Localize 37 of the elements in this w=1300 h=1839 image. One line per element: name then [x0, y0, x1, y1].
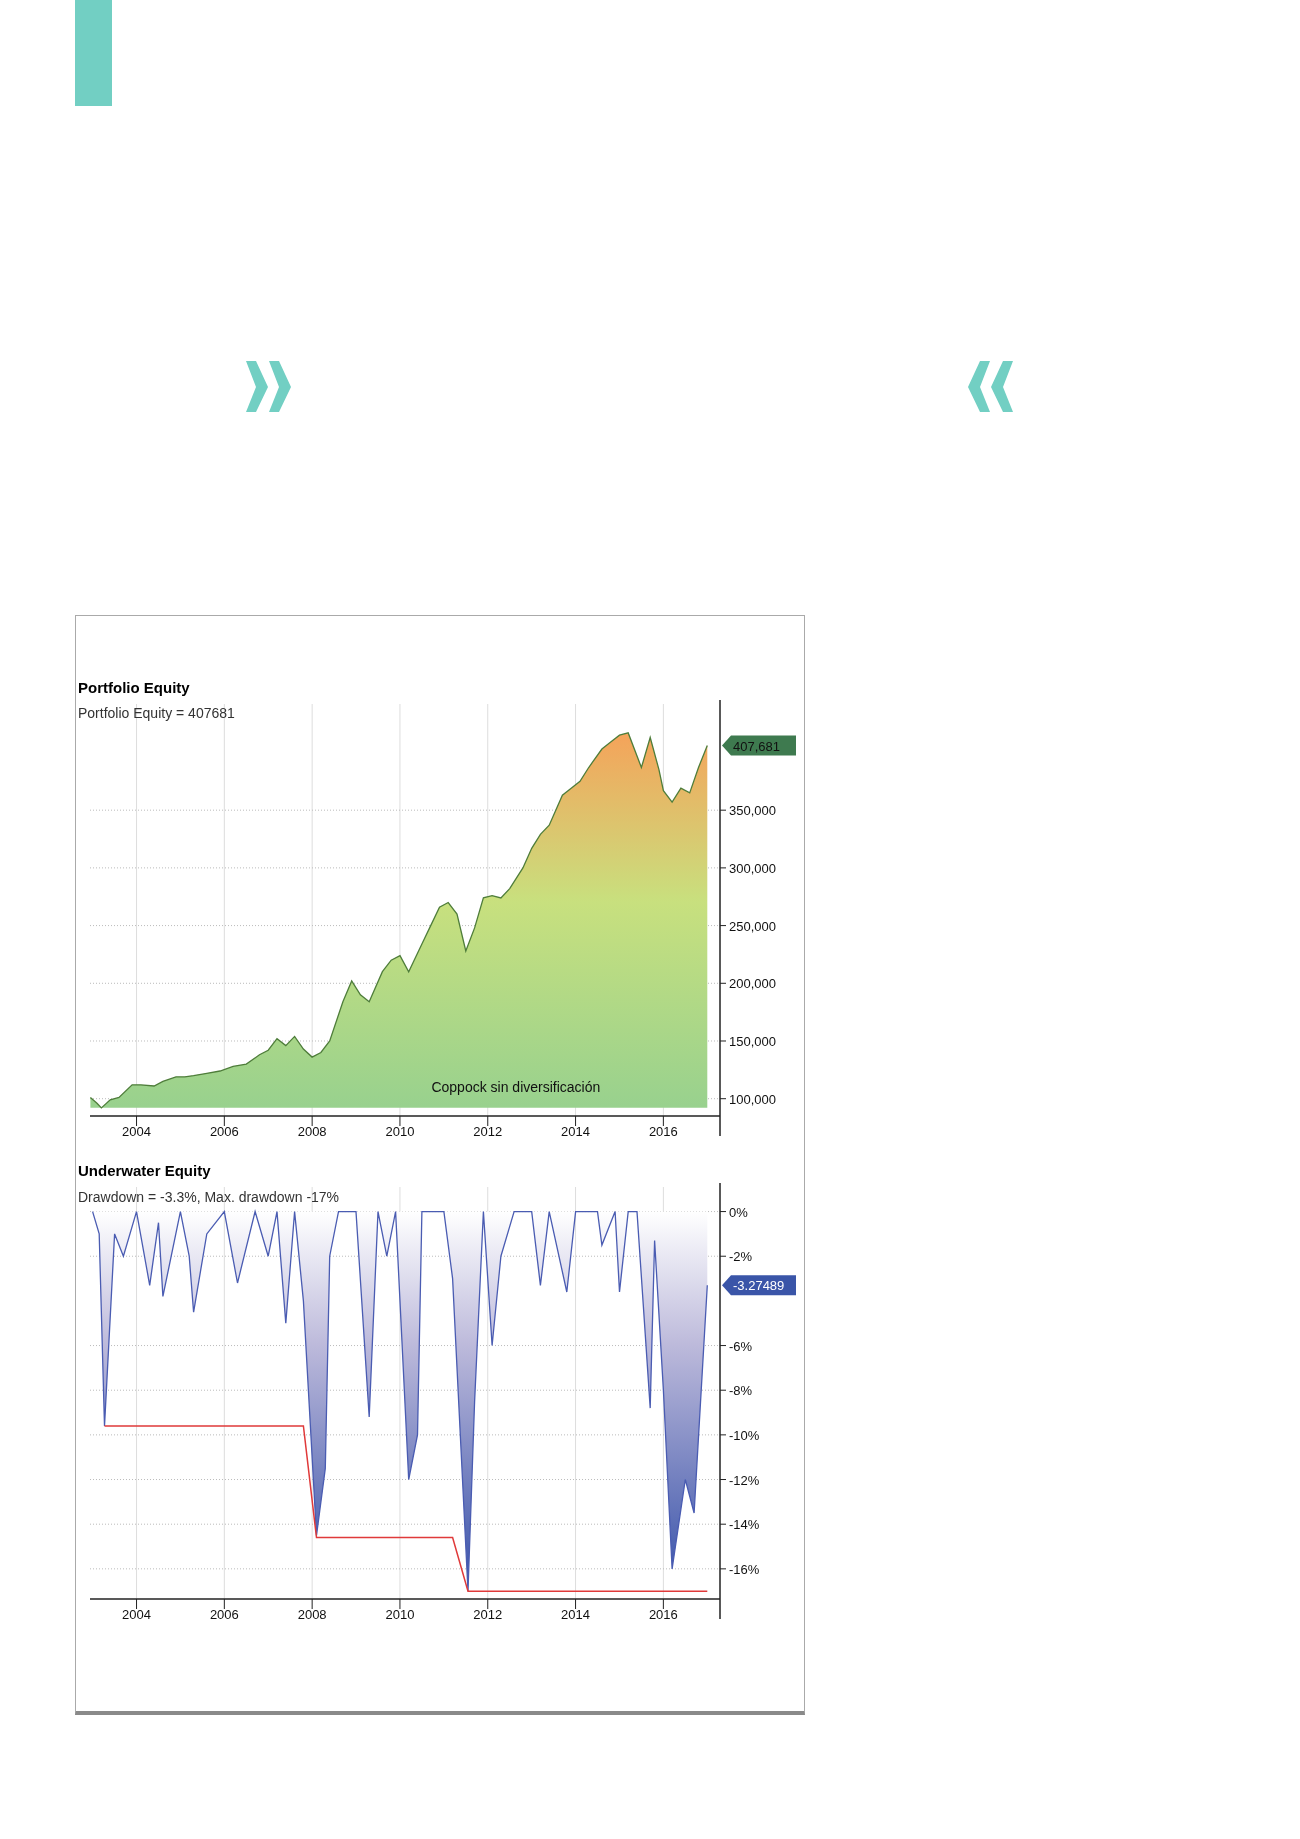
axis-label: 2012 [473, 1607, 503, 1622]
axis-label: 2004 [122, 1607, 151, 1622]
chart-annotation: Coppock sin diversificación [431, 1079, 601, 1096]
axis-label: 2010 [385, 1124, 415, 1139]
guillemet-right-icon [246, 361, 291, 412]
value-badge: -3.27489 [722, 1275, 796, 1296]
axis-label: 200,000 [729, 976, 776, 992]
axis-label: 0% [729, 1204, 748, 1220]
axis-label: 250,000 [729, 918, 776, 934]
axis-label: 150,000 [729, 1034, 776, 1049]
axis-label: 300,000 [729, 860, 776, 876]
axis-label: 2006 [209, 1124, 239, 1139]
axis-label: 2016 [648, 1607, 678, 1622]
axis-label: 100,000 [729, 1091, 776, 1107]
axis-label: 2006 [209, 1607, 239, 1622]
chart-title: Portfolio Equity [78, 679, 190, 696]
axis-label: 350,000 [729, 803, 776, 819]
axis-label: 2012 [473, 1124, 503, 1139]
chart-legend-text: Drawdown = -3.3%, Max. drawdown -17% [78, 1189, 340, 1205]
guillemet-left-icon [968, 361, 1013, 412]
axis-label: 2014 [561, 1607, 590, 1622]
axis-label: -12% [729, 1472, 760, 1488]
axis-label: 2004 [122, 1124, 151, 1139]
chart-legend-text: Portfolio Equity = 407681 [78, 705, 235, 721]
axis-label: -6% [729, 1338, 753, 1354]
axis-label: 2008 [297, 1607, 327, 1622]
axis-label: -14% [729, 1517, 760, 1533]
axis-label: 2008 [297, 1124, 327, 1139]
axis-label: -8% [729, 1383, 753, 1399]
axis-label: -2% [729, 1249, 753, 1265]
axis-label: -16% [729, 1561, 760, 1577]
axis-label: 2016 [648, 1124, 678, 1139]
axis-label: 2010 [385, 1607, 415, 1622]
chart-title: Underwater Equity [78, 1162, 211, 1179]
axis-label: 2014 [561, 1124, 590, 1139]
axis-label: -10% [729, 1427, 760, 1443]
value-badge: 407,681 [722, 735, 796, 756]
